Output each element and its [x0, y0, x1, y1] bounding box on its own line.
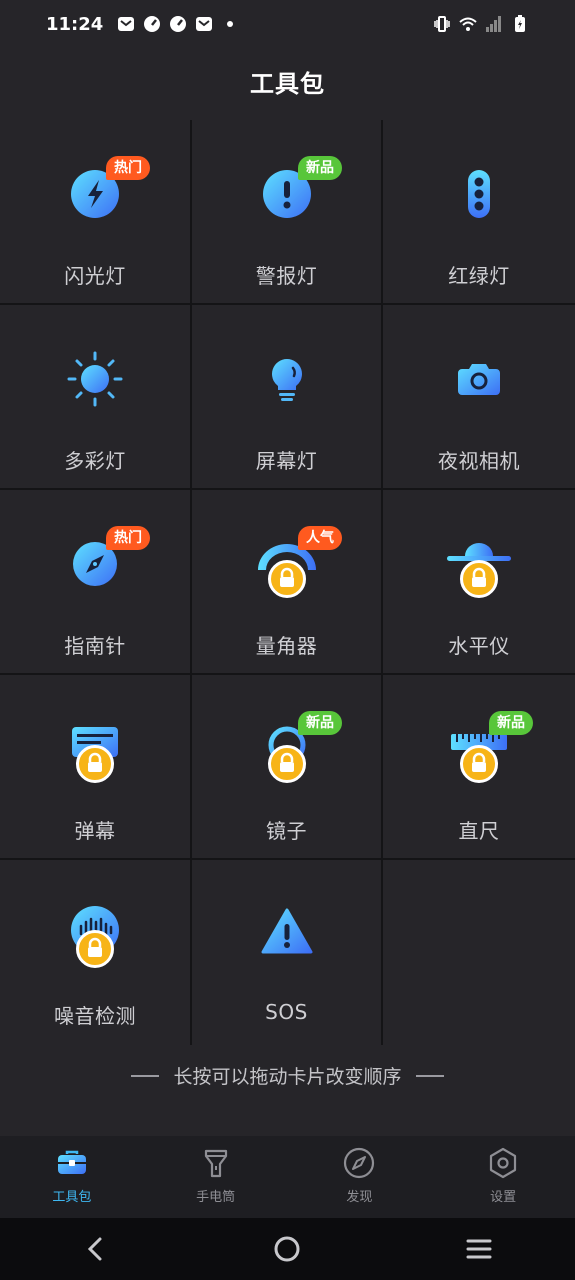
- hint-divider-left: [131, 1074, 160, 1077]
- tool-card-color-light[interactable]: 多彩灯: [0, 305, 192, 490]
- back-icon: [87, 1237, 102, 1261]
- hint-divider-right: [415, 1074, 444, 1077]
- tab-label: 工具包: [52, 1190, 92, 1205]
- status-right: [433, 15, 529, 33]
- tool-label: 量角器: [255, 634, 318, 658]
- tab-label: 手电筒: [196, 1190, 236, 1205]
- reorder-hint: 长按可以拖动卡片改变顺序: [0, 1062, 575, 1089]
- tab-flashlight[interactable]: 手电筒: [144, 1136, 288, 1218]
- tool-label: 直尺: [458, 819, 500, 843]
- lock-badge: [267, 745, 306, 783]
- tool-icon-wrap: [55, 709, 135, 789]
- tool-card-level[interactable]: 水平仪: [383, 490, 575, 675]
- camera-icon: [458, 364, 500, 395]
- status-time: 11:24: [46, 13, 104, 35]
- tool-card-traffic-light[interactable]: 红绿灯: [383, 120, 575, 305]
- status-left: 11:24: [46, 14, 239, 35]
- traffic-light-icon: [468, 170, 490, 218]
- tool-label: 闪光灯: [64, 264, 126, 288]
- tool-card-noise-meter[interactable]: 噪音检测: [0, 860, 192, 1045]
- badge-new: 新品: [489, 711, 533, 735]
- tool-icon-wrap: [439, 154, 519, 234]
- empty-cell: [383, 860, 575, 1045]
- tool-label: 镜子: [266, 819, 307, 843]
- tool-card-ruler[interactable]: 新品 直尺: [383, 675, 575, 860]
- battery-charging-icon: [515, 15, 525, 32]
- signal-icon: [486, 16, 501, 32]
- page-title: 工具包: [250, 70, 325, 98]
- lock-icon: [88, 937, 102, 957]
- tool-card-alarm[interactable]: 新品 警报灯: [192, 120, 383, 305]
- tool-grid: 热门 闪光灯 新品 警报灯 红绿灯 多彩灯 屏幕灯 夜视相机 热门 指南针 人气…: [0, 120, 575, 1045]
- tool-label: 弹幕: [74, 819, 116, 843]
- tool-icon-wrap: [55, 339, 135, 419]
- bottom-tab-bar: 工具包 手电筒 发现 设置: [0, 1136, 575, 1218]
- toolbox-icon: [57, 1150, 86, 1174]
- tool-label: 夜视相机: [438, 449, 520, 473]
- lock-icon: [472, 567, 486, 587]
- badge-hot: 热门: [106, 526, 150, 550]
- vibrate-icon: [434, 16, 450, 32]
- tool-label: 水平仪: [448, 634, 510, 658]
- home-circle-icon: [274, 1236, 300, 1262]
- tool-card-night-camera[interactable]: 夜视相机: [383, 305, 575, 490]
- lock-badge: [267, 560, 306, 598]
- badge-new: 新品: [298, 156, 342, 180]
- warning-icon: [261, 908, 312, 954]
- hint-text: 长按可以拖动卡片改变顺序: [173, 1066, 402, 1088]
- mail-notification-icon: [118, 17, 135, 31]
- tool-label: 指南针: [64, 634, 126, 658]
- menu-icon: [466, 1239, 492, 1259]
- tool-icon-wrap: [247, 339, 327, 419]
- wifi-icon: [459, 17, 477, 31]
- lock-badge: [460, 745, 498, 783]
- badge-new: 新品: [298, 711, 342, 735]
- tab-label: 设置: [490, 1190, 517, 1205]
- sun-icon: [67, 351, 123, 407]
- tool-label: 屏幕灯: [255, 449, 318, 473]
- speed-notification-icon-2: [170, 16, 187, 32]
- lock-icon: [88, 752, 102, 772]
- discover-compass-icon: [344, 1147, 375, 1179]
- tool-card-protractor[interactable]: 人气 量角器: [192, 490, 383, 675]
- tab-discover[interactable]: 发现: [288, 1136, 432, 1218]
- tab-settings[interactable]: 设置: [431, 1136, 575, 1218]
- nav-menu-button[interactable]: [449, 1229, 509, 1269]
- flashlight-icon: [204, 1149, 227, 1178]
- system-nav-bar: [0, 1218, 575, 1280]
- mail-notification-icon-2: [196, 17, 213, 31]
- tool-label: SOS: [265, 1000, 308, 1024]
- tab-label: 发现: [346, 1190, 373, 1205]
- tool-icon-wrap: [439, 524, 519, 604]
- bulb-icon: [271, 359, 302, 401]
- tool-card-barrage[interactable]: 弹幕: [0, 675, 192, 860]
- tool-label: 噪音检测: [54, 1004, 136, 1028]
- tool-card-sos[interactable]: SOS: [192, 860, 383, 1045]
- nav-back-button[interactable]: [66, 1229, 126, 1269]
- lock-badge: [460, 560, 498, 598]
- speed-notification-icon: [144, 16, 161, 32]
- tool-card-mirror[interactable]: 新品 镜子: [192, 675, 383, 860]
- lock-badge: [76, 930, 114, 968]
- status-bar: 11:24: [0, 0, 575, 48]
- tool-label: 警报灯: [255, 264, 318, 288]
- tool-card-compass[interactable]: 热门 指南针: [0, 490, 192, 675]
- tool-icon-wrap: [247, 894, 327, 974]
- badge-popular: 人气: [298, 526, 342, 550]
- badge-hot: 热门: [106, 156, 150, 180]
- lock-icon: [279, 567, 294, 587]
- lock-icon: [472, 752, 486, 772]
- lock-icon: [279, 752, 294, 772]
- more-dot-icon: [227, 21, 234, 27]
- lock-badge: [76, 745, 114, 783]
- tab-toolbox[interactable]: 工具包: [0, 1136, 144, 1218]
- tool-label: 红绿灯: [448, 264, 510, 288]
- tool-icon-wrap: [439, 339, 519, 419]
- tool-card-flash[interactable]: 热门 闪光灯: [0, 120, 192, 305]
- tool-card-screen-light[interactable]: 屏幕灯: [192, 305, 383, 490]
- tool-icon-wrap: [55, 894, 135, 974]
- settings-icon: [490, 1147, 517, 1179]
- nav-home-button[interactable]: [257, 1229, 317, 1269]
- tool-label: 多彩灯: [64, 449, 126, 473]
